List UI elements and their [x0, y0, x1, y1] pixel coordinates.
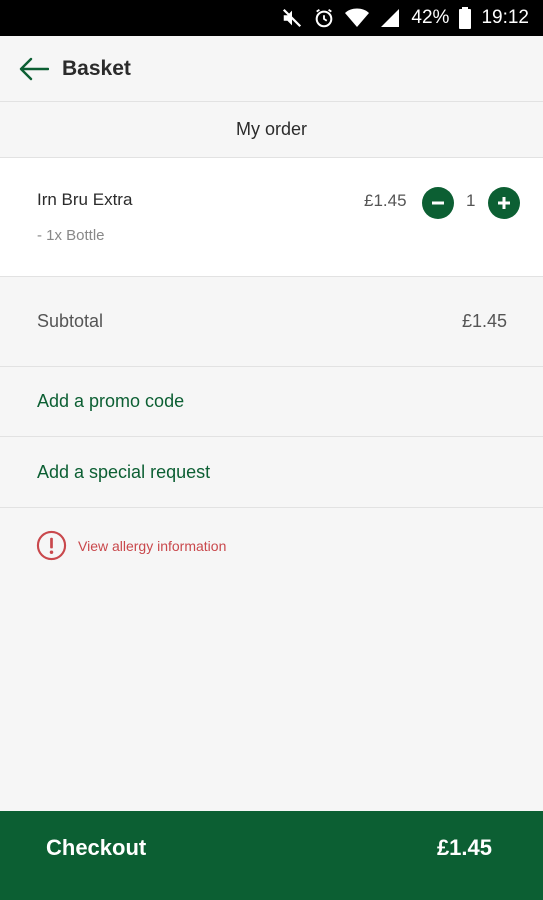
quantity-value: 1 [466, 191, 476, 210]
mute-icon [281, 7, 303, 29]
promo-code-link[interactable]: Add a promo code [37, 391, 184, 412]
alarm-icon [313, 7, 335, 29]
section-title: My order [0, 102, 543, 158]
decrease-quantity-button[interactable] [422, 187, 454, 219]
alert-icon [36, 530, 67, 561]
page-title: Basket [62, 56, 131, 80]
item-option: - 1x Bottle [37, 227, 105, 244]
wifi-icon [345, 7, 370, 29]
special-request-link[interactable]: Add a special request [37, 462, 210, 483]
subtotal-label: Subtotal [37, 311, 104, 331]
special-request-row[interactable]: Add a special request [0, 437, 543, 508]
subtotal-value: £1.45 [461, 311, 507, 331]
battery-percent: 42% [411, 7, 450, 28]
app-bar: Basket [0, 36, 543, 102]
checkout-total: £1.45 [436, 835, 492, 860]
order-item: Irn Bru Extra - 1x Bottle £1.45 1 [0, 158, 543, 277]
allergy-info-link[interactable]: View allergy information [36, 530, 226, 561]
back-button[interactable] [4, 36, 64, 102]
plus-icon [498, 197, 510, 209]
item-price: £1.45 [364, 191, 407, 210]
increase-quantity-button[interactable] [488, 187, 520, 219]
clock: 19:12 [481, 7, 529, 28]
promo-code-row[interactable]: Add a promo code [0, 367, 543, 437]
checkout-button[interactable]: Checkout £1.45 [0, 811, 543, 900]
arrow-left-icon [19, 57, 49, 80]
checkout-label: Checkout [46, 835, 147, 860]
minus-icon [432, 201, 444, 205]
item-name: Irn Bru Extra [37, 190, 133, 209]
battery-icon [459, 7, 472, 29]
status-bar: 42% 19:12 [0, 0, 543, 36]
subtotal-row: Subtotal £1.45 [0, 277, 543, 367]
cell-signal-icon [379, 7, 401, 29]
allergy-info-label[interactable]: View allergy information [78, 538, 226, 554]
